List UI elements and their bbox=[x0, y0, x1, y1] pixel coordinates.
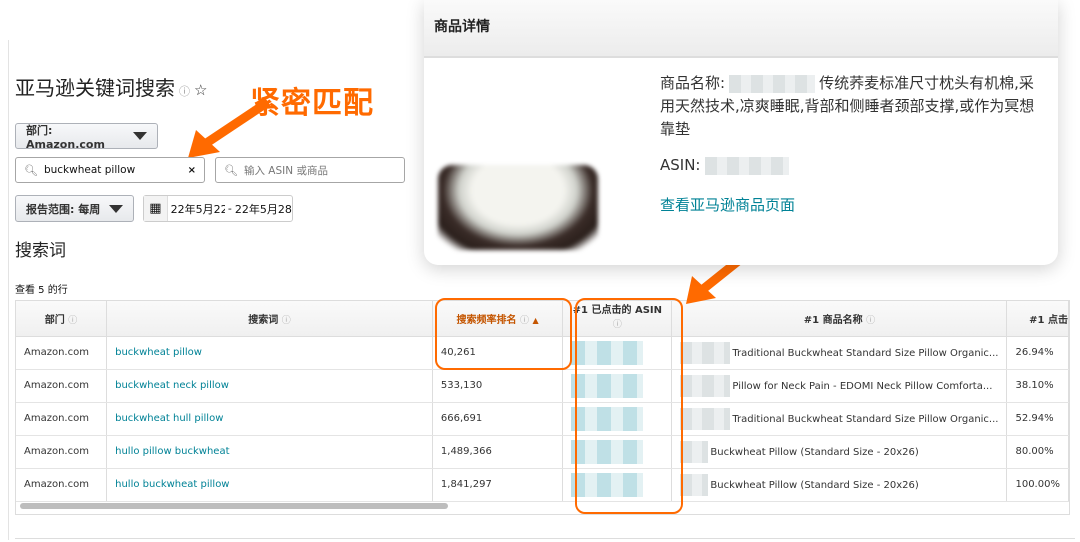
highlight-box-rank bbox=[435, 298, 572, 370]
highlight-box-asin bbox=[575, 298, 683, 514]
table-row: Amazon.com buckwheat hull pillow 666,691… bbox=[16, 402, 1069, 436]
cell-rank: 1,489,366 bbox=[432, 435, 564, 469]
department-dropdown[interactable]: 部门: Amazon.com bbox=[15, 123, 158, 151]
cell-click-share: 26.94% bbox=[1006, 336, 1069, 370]
cell-department: Amazon.com bbox=[16, 435, 108, 469]
horizontal-scrollbar[interactable] bbox=[20, 503, 448, 509]
info-icon: ⓘ bbox=[866, 315, 876, 326]
search-term-input[interactable]: 🔍︎ buckwheat pillow × bbox=[15, 157, 205, 183]
search-term-link[interactable]: hullo pillow buckwheat bbox=[106, 435, 433, 469]
cell-click-share: 80.00% bbox=[1006, 435, 1069, 469]
cell-department: Amazon.com bbox=[16, 369, 108, 403]
calendar-icon: ▦ bbox=[144, 196, 168, 221]
cell-click-share: 52.94% bbox=[1006, 402, 1069, 436]
asin-search-input[interactable]: 🔍︎ 输入 ASIN 或商品 bbox=[215, 157, 405, 183]
cell-product-name: Traditional Buckwheat Standard Size Pill… bbox=[671, 402, 1008, 436]
search-term-link[interactable]: buckwheat hull pillow bbox=[106, 402, 433, 436]
popup-title: 商品详情 bbox=[424, 0, 1058, 58]
table-row: Amazon.com hullo pillow buckwheat 1,489,… bbox=[16, 435, 1069, 469]
table-row: Amazon.com buckwheat neck pillow 533,130… bbox=[16, 369, 1069, 403]
search-term-link[interactable]: hullo buckwheat pillow bbox=[106, 468, 433, 502]
report-range-dropdown[interactable]: 报告范围: 每周 bbox=[15, 195, 134, 222]
section-heading: 搜索词 bbox=[15, 241, 66, 261]
clear-icon[interactable]: × bbox=[188, 165, 196, 176]
bottom-divider bbox=[15, 538, 1075, 539]
product-details-popup: 商品详情 商品名称: 传统荞麦标准尺寸枕头有机棉,采用天然技术,凉爽睡眠,背部和侧… bbox=[424, 0, 1058, 265]
left-divider bbox=[8, 40, 9, 540]
cell-department: Amazon.com bbox=[16, 336, 108, 370]
table-row: Amazon.com hullo buckwheat pillow 1,841,… bbox=[16, 468, 1069, 502]
search-icon: 🔍︎ bbox=[24, 163, 38, 177]
page-title: 亚马逊关键词搜索 ⓘ ☆ bbox=[15, 76, 208, 100]
cell-product-name: Buckwheat Pillow (Standard Size - 20x26) bbox=[671, 468, 1008, 502]
cell-rank: 1,841,297 bbox=[432, 468, 564, 502]
search-icon: 🔍︎ bbox=[224, 163, 238, 177]
info-icon: ⓘ bbox=[68, 315, 78, 326]
cell-rank: 533,130 bbox=[432, 369, 564, 403]
cell-department: Amazon.com bbox=[16, 468, 108, 502]
view-product-link[interactable]: 查看亚马逊商品页面 bbox=[660, 194, 795, 215]
caret-down-icon bbox=[133, 132, 147, 140]
cell-product-name: Traditional Buckwheat Standard Size Pill… bbox=[671, 336, 1008, 370]
product-asin: ASIN: bbox=[660, 156, 790, 175]
product-name: 商品名称: 传统荞麦标准尺寸枕头有机棉,采用天然技术,凉爽睡眠,背部和侧睡者颈部支… bbox=[660, 74, 1035, 138]
cell-click-share: 38.10% bbox=[1006, 369, 1069, 403]
cell-click-share: 100.00% bbox=[1006, 468, 1069, 502]
col-search-term[interactable]: 搜索词 ⓘ bbox=[106, 301, 433, 337]
search-term-link[interactable]: buckwheat pillow bbox=[106, 336, 433, 370]
col-department[interactable]: 部门 ⓘ bbox=[16, 301, 108, 337]
col-top-click-share[interactable]: #1 点击 bbox=[1006, 301, 1069, 337]
annotation-arrow-icon bbox=[188, 98, 271, 158]
cell-rank: 666,691 bbox=[432, 402, 564, 436]
cell-product-name: Pillow for Neck Pain - EDOMI Neck Pillow… bbox=[671, 369, 1008, 403]
caret-down-icon bbox=[109, 204, 123, 213]
search-term-link[interactable]: buckwheat neck pillow bbox=[106, 369, 433, 403]
product-image bbox=[438, 165, 598, 250]
cell-product-name: Buckwheat Pillow (Standard Size - 20x26) bbox=[671, 435, 1008, 469]
row-count: 查看 5 的行 bbox=[15, 285, 68, 296]
cell-department: Amazon.com bbox=[16, 402, 108, 436]
info-icon: ⓘ bbox=[281, 315, 291, 326]
date-range-picker[interactable]: ▦ 22年5月22 - 22年5月28 bbox=[143, 195, 293, 222]
